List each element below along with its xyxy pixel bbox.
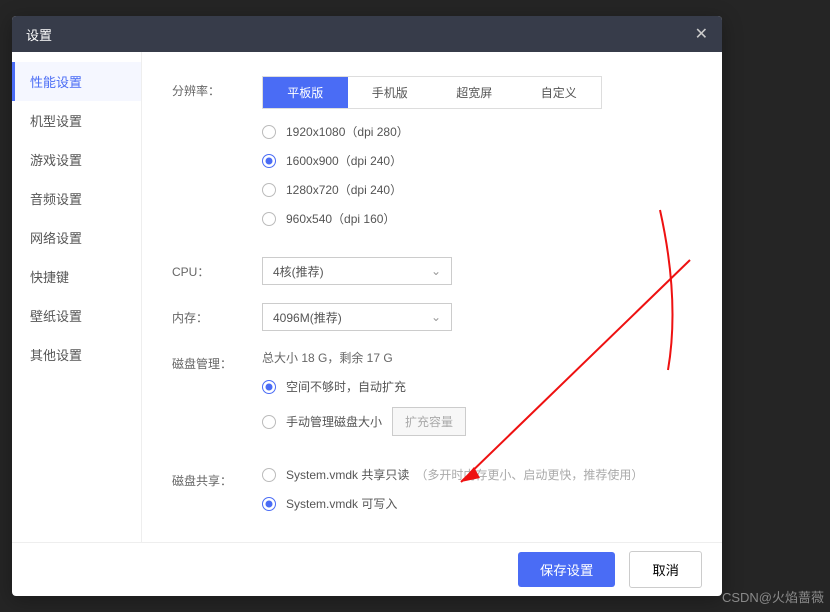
radio-label: 空间不够时，自动扩充 <box>286 378 406 395</box>
radio-label: 1920x1080（dpi 280） <box>286 123 409 140</box>
close-icon[interactable]: ✕ <box>695 24 708 44</box>
disk-label: 磁盘管理： <box>172 349 262 372</box>
radio-icon <box>262 125 276 139</box>
radio-label: 960x540（dpi 160） <box>286 210 395 227</box>
option-note: （多开时内存更小、启动更快，推荐使用） <box>415 466 643 483</box>
radio-icon <box>262 212 276 226</box>
sidebar-item-2[interactable]: 游戏设置 <box>12 140 141 179</box>
cancel-button[interactable]: 取消 <box>629 551 702 588</box>
share-label: 磁盘共享： <box>172 466 262 489</box>
disk-option-0[interactable]: 空间不够时，自动扩充 <box>262 378 692 395</box>
dialog-title: 设置 <box>26 25 52 44</box>
resolution-option-0[interactable]: 1920x1080（dpi 280） <box>262 123 692 140</box>
share-option-1[interactable]: System.vmdk 可写入 <box>262 495 692 512</box>
radio-label: 1600x900（dpi 240） <box>286 152 402 169</box>
main-panel: 分辨率： 平板版手机版超宽屏自定义 1920x1080（dpi 280） 1600… <box>142 52 722 542</box>
sidebar: 性能设置机型设置游戏设置音频设置网络设置快捷键壁纸设置其他设置 <box>12 52 142 542</box>
memory-label: 内存： <box>172 303 262 326</box>
radio-label: 1280x720（dpi 240） <box>286 181 402 198</box>
dialog-footer: 保存设置 取消 <box>12 542 722 596</box>
radio-label: 手动管理磁盘大小 <box>286 413 382 430</box>
chevron-down-icon: ⌄ <box>431 310 441 324</box>
cpu-value: 4核(推荐) <box>273 263 324 280</box>
memory-value: 4096M(推荐) <box>273 309 342 326</box>
expand-button: 扩充容量 <box>392 407 466 436</box>
sidebar-item-1[interactable]: 机型设置 <box>12 101 141 140</box>
share-option-0[interactable]: System.vmdk 共享只读 （多开时内存更小、启动更快，推荐使用） <box>262 466 692 483</box>
resolution-option-1[interactable]: 1600x900（dpi 240） <box>262 152 692 169</box>
resolution-option-3[interactable]: 960x540（dpi 160） <box>262 210 692 227</box>
radio-label: System.vmdk 可写入 <box>286 495 397 512</box>
disk-info: 总大小 18 G，剩余 17 G <box>262 349 692 366</box>
save-button[interactable]: 保存设置 <box>518 552 615 587</box>
disk-option-1[interactable]: 手动管理磁盘大小扩充容量 <box>262 407 692 436</box>
cpu-label: CPU： <box>172 257 262 280</box>
resolution-tabs: 平板版手机版超宽屏自定义 <box>262 76 602 109</box>
radio-icon <box>262 415 276 429</box>
chevron-down-icon: ⌄ <box>431 264 441 278</box>
resolution-tab-1[interactable]: 手机版 <box>348 77 433 108</box>
sidebar-item-0[interactable]: 性能设置 <box>12 62 141 101</box>
settings-dialog: 设置 ✕ 性能设置机型设置游戏设置音频设置网络设置快捷键壁纸设置其他设置 分辨率… <box>12 16 722 596</box>
sidebar-item-5[interactable]: 快捷键 <box>12 257 141 296</box>
resolution-tab-0[interactable]: 平板版 <box>263 77 348 108</box>
radio-icon <box>262 183 276 197</box>
radio-icon <box>262 154 276 168</box>
cpu-select[interactable]: 4核(推荐) ⌄ <box>262 257 452 285</box>
sidebar-item-3[interactable]: 音频设置 <box>12 179 141 218</box>
memory-select[interactable]: 4096M(推荐) ⌄ <box>262 303 452 331</box>
sidebar-item-7[interactable]: 其他设置 <box>12 335 141 374</box>
radio-label: System.vmdk 共享只读 <box>286 466 409 483</box>
sidebar-item-4[interactable]: 网络设置 <box>12 218 141 257</box>
resolution-option-2[interactable]: 1280x720（dpi 240） <box>262 181 692 198</box>
radio-icon <box>262 380 276 394</box>
resolution-tab-3[interactable]: 自定义 <box>517 77 602 108</box>
sidebar-item-6[interactable]: 壁纸设置 <box>12 296 141 335</box>
radio-icon <box>262 497 276 511</box>
radio-icon <box>262 468 276 482</box>
titlebar: 设置 ✕ <box>12 16 722 52</box>
resolution-tab-2[interactable]: 超宽屏 <box>432 77 517 108</box>
resolution-label: 分辨率： <box>172 76 262 99</box>
